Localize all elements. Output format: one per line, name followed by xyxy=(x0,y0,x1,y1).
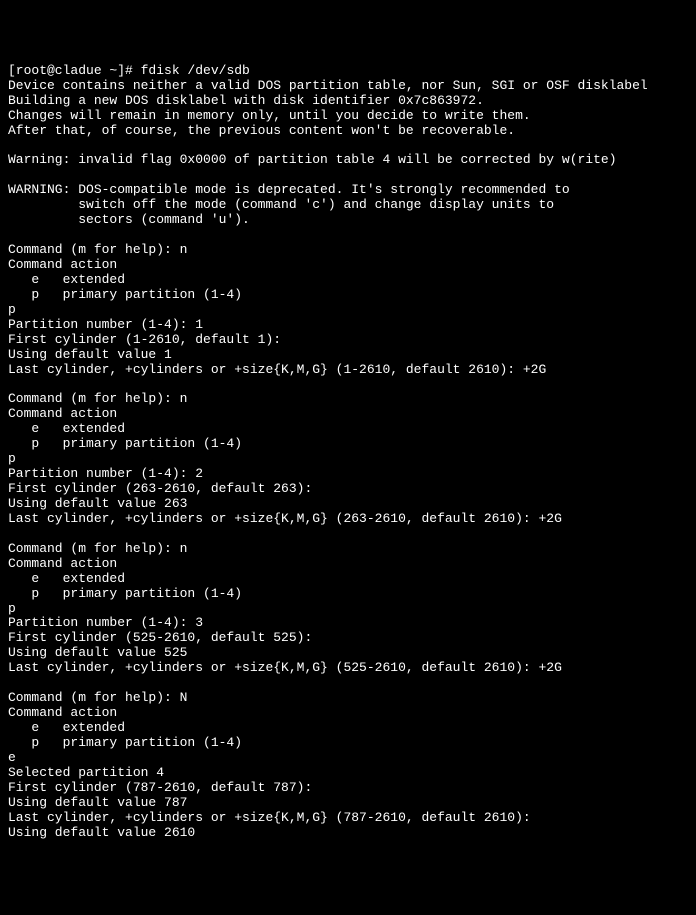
output-line: First cylinder (525-2610, default 525): xyxy=(8,630,312,645)
output-line: e extended xyxy=(8,720,125,735)
output-line: e extended xyxy=(8,272,125,287)
output-line: WARNING: DOS-compatible mode is deprecat… xyxy=(8,182,570,197)
output-line: Partition number (1-4): 3 xyxy=(8,615,203,630)
output-line: Last cylinder, +cylinders or +size{K,M,G… xyxy=(8,810,531,825)
terminal-window[interactable]: [root@cladue ~]# fdisk /dev/sdb Device c… xyxy=(8,64,688,841)
output-line: Selected partition 4 xyxy=(8,765,164,780)
output-line: Device contains neither a valid DOS part… xyxy=(8,78,648,93)
output-line: Changes will remain in memory only, unti… xyxy=(8,108,531,123)
output-line: After that, of course, the previous cont… xyxy=(8,123,515,138)
shell-command: fdisk /dev/sdb xyxy=(141,63,250,78)
output-line: Command action xyxy=(8,406,117,421)
output-line: p primary partition (1-4) xyxy=(8,586,242,601)
output-line: switch off the mode (command 'c') and ch… xyxy=(8,197,554,212)
output-line: p primary partition (1-4) xyxy=(8,287,242,302)
output-line: e extended xyxy=(8,421,125,436)
output-line: Command action xyxy=(8,705,117,720)
output-line: e extended xyxy=(8,571,125,586)
output-line: First cylinder (1-2610, default 1): xyxy=(8,332,281,347)
output-line: Warning: invalid flag 0x0000 of partitio… xyxy=(8,152,617,167)
output-line: Last cylinder, +cylinders or +size{K,M,G… xyxy=(8,660,562,675)
output-line: Using default value 787 xyxy=(8,795,187,810)
output-line: First cylinder (263-2610, default 263): xyxy=(8,481,312,496)
output-line: Command (m for help): n xyxy=(8,541,187,556)
output-line: Command (m for help): n xyxy=(8,242,187,257)
output-line: p xyxy=(8,451,16,466)
output-line: Using default value 263 xyxy=(8,496,187,511)
output-line: p primary partition (1-4) xyxy=(8,436,242,451)
output-line: e xyxy=(8,750,16,765)
output-line: Last cylinder, +cylinders or +size{K,M,G… xyxy=(8,511,562,526)
output-line: Command (m for help): n xyxy=(8,391,187,406)
output-line: sectors (command 'u'). xyxy=(8,212,250,227)
output-line: Command action xyxy=(8,257,117,272)
output-line: Using default value 2610 xyxy=(8,825,195,840)
output-line: Building a new DOS disklabel with disk i… xyxy=(8,93,484,108)
output-line: Partition number (1-4): 1 xyxy=(8,317,203,332)
output-line: Using default value 525 xyxy=(8,645,187,660)
output-line: Using default value 1 xyxy=(8,347,172,362)
output-line: p xyxy=(8,601,16,616)
output-line: First cylinder (787-2610, default 787): xyxy=(8,780,312,795)
output-line: Command (m for help): N xyxy=(8,690,187,705)
output-line: Command action xyxy=(8,556,117,571)
output-line: Partition number (1-4): 2 xyxy=(8,466,203,481)
output-line: Last cylinder, +cylinders or +size{K,M,G… xyxy=(8,362,546,377)
output-line: p primary partition (1-4) xyxy=(8,735,242,750)
shell-prompt: [root@cladue ~]# xyxy=(8,63,141,78)
output-line: p xyxy=(8,302,16,317)
